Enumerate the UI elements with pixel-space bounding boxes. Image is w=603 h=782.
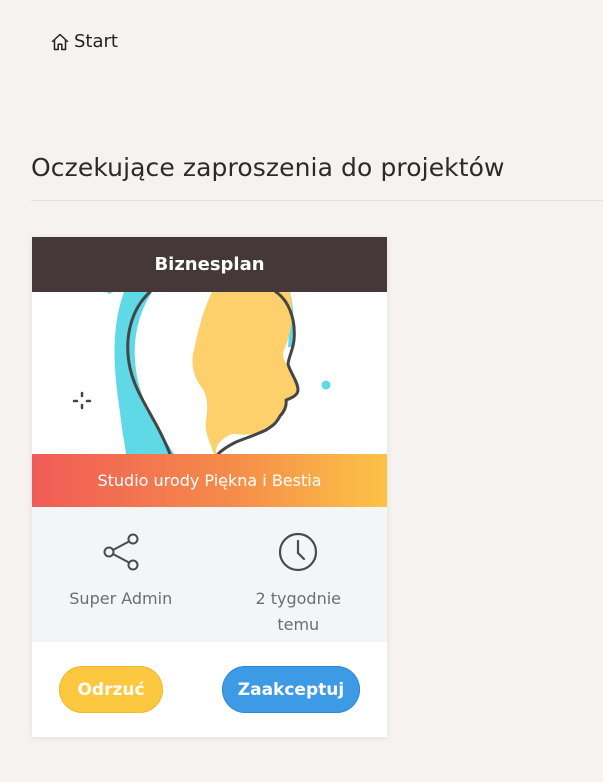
illustration-accent-shape xyxy=(114,292,174,454)
project-name: Biznesplan xyxy=(32,237,387,292)
invitation-time: 2 tygodnie temu xyxy=(210,507,388,642)
breadcrumb-start-link[interactable]: Start xyxy=(74,30,118,54)
invitation-card: Biznesplan Studio urody Piękna i Bestia … xyxy=(32,237,387,737)
shared-by-text: Super Admin xyxy=(69,589,173,608)
invitation-info: Super Admin 2 tygodnie temu xyxy=(32,507,387,642)
organization-name: Studio urody Piękna i Bestia xyxy=(32,454,387,507)
accept-button[interactable]: Zaakceptuj xyxy=(222,666,360,713)
shared-by: Super Admin xyxy=(32,507,210,642)
invitation-actions: Odrzuć Zaakceptuj xyxy=(32,642,387,737)
home-icon[interactable] xyxy=(50,32,70,52)
breadcrumb[interactable]: Start xyxy=(50,30,118,54)
clock-icon xyxy=(278,532,318,572)
share-icon xyxy=(101,532,141,572)
project-illustration xyxy=(32,292,387,454)
reject-button[interactable]: Odrzuć xyxy=(59,666,163,713)
title-divider xyxy=(31,200,603,201)
invitation-time-text: 2 tygodnie temu xyxy=(255,589,342,634)
illustration-head xyxy=(192,292,298,454)
page-title: Oczekujące zaproszenia do projektów xyxy=(31,153,505,182)
crosshair-decoration xyxy=(72,391,92,410)
